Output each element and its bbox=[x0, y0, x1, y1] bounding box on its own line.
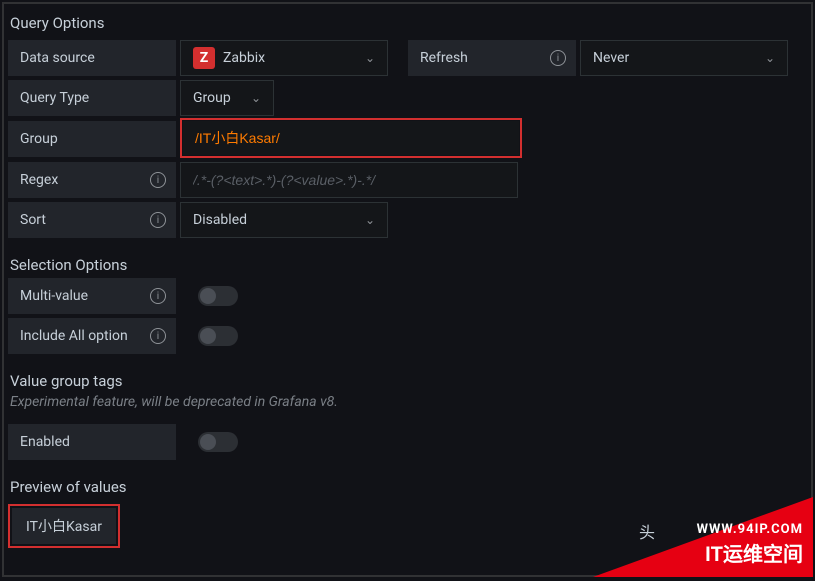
query-type-select[interactable]: Group ⌄ bbox=[180, 80, 274, 116]
group-input-highlight bbox=[180, 118, 522, 158]
section-selection-options: Selection Options bbox=[10, 256, 807, 274]
label-group: Group bbox=[8, 121, 176, 157]
section-preview-values: Preview of values bbox=[10, 478, 807, 496]
data-source-select[interactable]: Z Zabbix ⌄ bbox=[180, 40, 388, 76]
sort-select[interactable]: Disabled ⌄ bbox=[180, 202, 388, 238]
label-enabled: Enabled bbox=[8, 424, 176, 460]
refresh-select[interactable]: Never ⌄ bbox=[580, 40, 788, 76]
preview-value-pill: IT小白Kasar bbox=[12, 508, 116, 544]
chevron-down-icon: ⌄ bbox=[765, 51, 775, 65]
regex-input[interactable] bbox=[193, 172, 505, 188]
label-sort: Sort i bbox=[8, 202, 176, 238]
group-input[interactable] bbox=[195, 130, 507, 146]
label-query-type: Query Type bbox=[8, 80, 176, 116]
section-query-options: Query Options bbox=[10, 14, 807, 32]
info-icon[interactable]: i bbox=[150, 212, 166, 228]
label-refresh: Refresh i bbox=[408, 40, 576, 76]
multi-value-toggle[interactable] bbox=[198, 286, 238, 306]
preview-highlight: IT小白Kasar bbox=[8, 504, 120, 548]
chevron-down-icon: ⌄ bbox=[251, 91, 261, 105]
watermark-url: WWW.94IP.COM bbox=[697, 522, 803, 537]
include-all-toggle[interactable] bbox=[198, 326, 238, 346]
info-icon[interactable]: i bbox=[150, 172, 166, 188]
info-icon[interactable]: i bbox=[150, 288, 166, 304]
label-regex: Regex i bbox=[8, 162, 176, 198]
label-data-source: Data source bbox=[8, 40, 176, 76]
watermark-cn: IT运维空间 bbox=[705, 538, 803, 567]
enabled-toggle[interactable] bbox=[198, 432, 238, 452]
value-group-tags-subtext: Experimental feature, will be deprecated… bbox=[10, 394, 807, 410]
label-multi-value: Multi-value i bbox=[8, 278, 176, 314]
section-value-group-tags: Value group tags bbox=[10, 372, 807, 390]
chevron-down-icon: ⌄ bbox=[365, 213, 375, 227]
zabbix-icon: Z bbox=[193, 47, 215, 69]
info-icon[interactable]: i bbox=[150, 328, 166, 344]
label-include-all: Include All option i bbox=[8, 318, 176, 354]
chevron-down-icon: ⌄ bbox=[365, 51, 375, 65]
info-icon[interactable]: i bbox=[550, 50, 566, 66]
